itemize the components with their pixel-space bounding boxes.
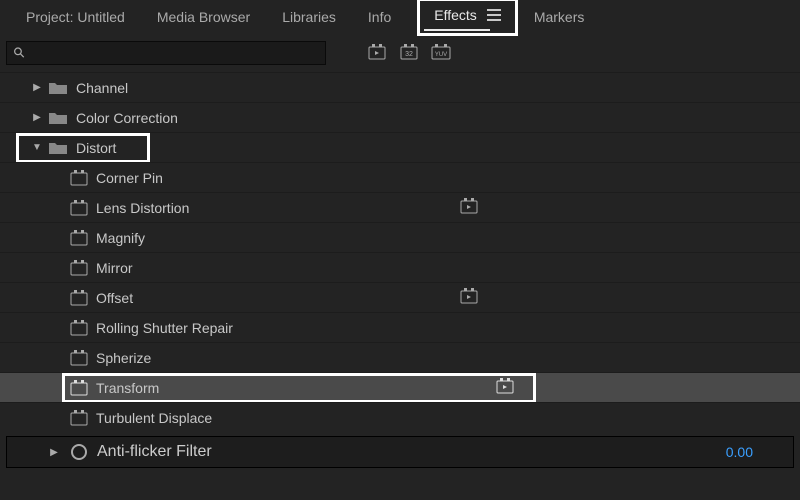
preset-icon <box>70 350 88 366</box>
folder-icon <box>48 111 68 125</box>
search-input[interactable] <box>6 41 326 65</box>
svg-text:32: 32 <box>405 51 413 58</box>
tree-label: Magnify <box>96 230 145 246</box>
effect-lens-distortion[interactable]: Lens Distortion <box>0 192 800 222</box>
property-anti-flicker[interactable]: ▶ Anti-flicker Filter 0.00 <box>6 436 794 468</box>
effect-magnify[interactable]: Magnify <box>0 222 800 252</box>
tab-markers[interactable]: Markers <box>518 3 601 31</box>
tree-label: Lens Distortion <box>96 200 189 216</box>
tree-label: Transform <box>96 380 159 396</box>
tab-effects[interactable]: Effects <box>434 7 477 23</box>
chevron-right-icon: ▶ <box>30 112 44 123</box>
tree-label: Mirror <box>96 260 133 276</box>
tree-label: Offset <box>96 290 133 306</box>
preset-icon <box>70 410 88 426</box>
accelerated-badge-icon <box>460 288 478 307</box>
tree-label: Distort <box>76 140 116 156</box>
effect-spherize[interactable]: Spherize <box>0 342 800 372</box>
accelerated-effects-icon[interactable] <box>366 43 388 63</box>
tree-label: Channel <box>76 80 128 96</box>
preset-icon <box>70 170 88 186</box>
tree-label: Turbulent Displace <box>96 410 212 426</box>
accelerated-badge-icon <box>496 378 514 397</box>
search-icon <box>13 46 26 60</box>
preset-icon <box>70 290 88 306</box>
active-tab-underline <box>424 29 490 31</box>
yuv-icon[interactable]: YUV <box>430 43 452 63</box>
chevron-right-icon: ▶ <box>47 447 61 458</box>
preset-icon <box>70 200 88 216</box>
property-label: Anti-flicker Filter <box>97 443 212 461</box>
accelerated-badge-icon <box>460 198 478 217</box>
tree-label: Color Correction <box>76 110 178 126</box>
folder-channel[interactable]: ▶ Channel <box>0 72 800 102</box>
folder-icon <box>48 141 68 155</box>
panel-tabs: Project: Untitled Media Browser Librarie… <box>0 0 800 34</box>
tab-media-browser[interactable]: Media Browser <box>141 3 266 31</box>
tree-label: Rolling Shutter Repair <box>96 320 233 336</box>
highlight-effects-tab: Effects <box>417 0 518 36</box>
chevron-down-icon: ▼ <box>30 142 44 153</box>
folder-distort[interactable]: ▼ Distort <box>0 132 800 162</box>
search-field[interactable] <box>30 46 319 61</box>
search-toolbar: 32 YUV <box>0 34 800 72</box>
svg-text:YUV: YUV <box>435 52 447 58</box>
preset-icon <box>70 260 88 276</box>
preset-icon <box>70 380 88 396</box>
effect-transform[interactable]: Transform <box>0 372 800 402</box>
effects-tree: ▶ Channel ▶ Color Correction ▼ Distort C… <box>0 72 800 432</box>
effect-turbulent-displace[interactable]: Turbulent Displace <box>0 402 800 432</box>
tree-label: Corner Pin <box>96 170 163 186</box>
folder-icon <box>48 81 68 95</box>
effect-rolling-shutter[interactable]: Rolling Shutter Repair <box>0 312 800 342</box>
tree-label: Spherize <box>96 350 151 366</box>
tab-project[interactable]: Project: Untitled <box>10 3 141 31</box>
tab-libraries[interactable]: Libraries <box>266 3 352 31</box>
tab-info[interactable]: Info <box>352 3 407 31</box>
effect-corner-pin[interactable]: Corner Pin <box>0 162 800 192</box>
folder-color-correction[interactable]: ▶ Color Correction <box>0 102 800 132</box>
preset-icon <box>70 230 88 246</box>
stopwatch-icon[interactable] <box>71 444 87 460</box>
chevron-right-icon: ▶ <box>30 82 44 93</box>
property-value[interactable]: 0.00 <box>726 444 753 460</box>
effect-mirror[interactable]: Mirror <box>0 252 800 282</box>
panel-menu-icon[interactable] <box>487 9 501 21</box>
effect-offset[interactable]: Offset <box>0 282 800 312</box>
preset-icon <box>70 320 88 336</box>
32bit-icon[interactable]: 32 <box>398 43 420 63</box>
